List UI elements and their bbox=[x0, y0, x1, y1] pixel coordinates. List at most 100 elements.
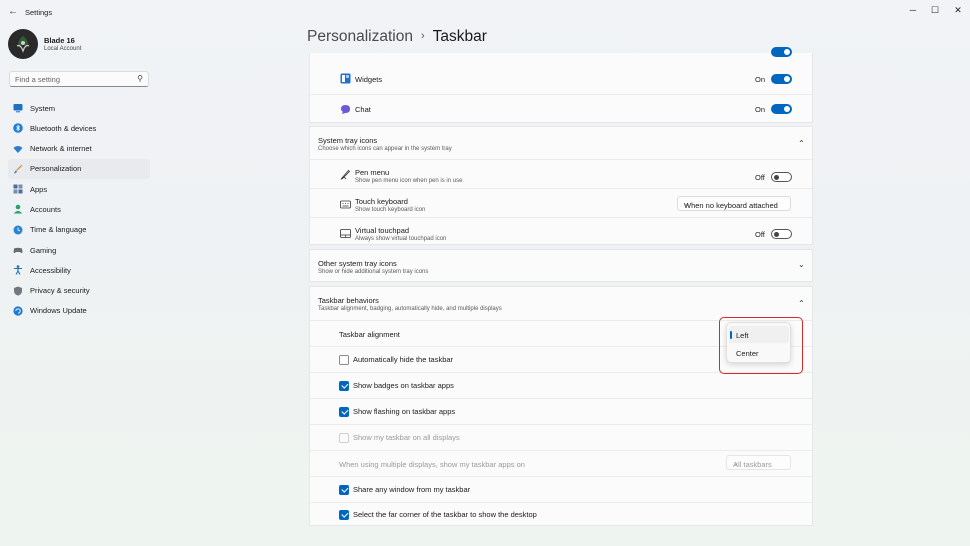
virtual-touchpad-toggle[interactable] bbox=[771, 229, 792, 239]
setting-row-multi-display: When using multiple displays, show my ta… bbox=[310, 450, 812, 476]
sidebar-item-privacy[interactable]: Privacy & security bbox=[8, 281, 150, 301]
sidebar-item-label: Gaming bbox=[30, 245, 57, 255]
sidebar-item-label: Network & internet bbox=[30, 144, 92, 154]
chevron-up-icon[interactable]: ⌃ bbox=[798, 299, 805, 308]
touchpad-icon bbox=[340, 229, 351, 238]
breadcrumb-parent[interactable]: Personalization bbox=[307, 28, 413, 45]
taskbar-alignment-label: Taskbar alignment bbox=[339, 330, 400, 339]
pen-menu-description: Show pen menu icon when pen is in use bbox=[355, 178, 463, 184]
sidebar-item-label: Time & language bbox=[30, 225, 87, 235]
multi-display-dropdown[interactable]: All taskbars ⌄ bbox=[726, 455, 791, 470]
setting-row-flashing: Show flashing on taskbar apps bbox=[310, 398, 812, 424]
setting-row-all-displays: Show my taskbar on all displays bbox=[310, 424, 812, 450]
taskbar-items-card: Widgets On Chat On bbox=[309, 47, 813, 123]
title-bar: ← Settings ─ ☐ ✕ bbox=[0, 0, 970, 24]
share-window-label: Share any window from my taskbar bbox=[353, 485, 471, 494]
system-icon bbox=[13, 104, 23, 113]
widgets-toggle[interactable] bbox=[771, 74, 792, 84]
other-tray-subtitle: Show or hide additional system tray icon… bbox=[318, 269, 429, 275]
chevron-up-icon[interactable]: ⌃ bbox=[798, 139, 805, 148]
sidebar-item-network[interactable]: Network & internet bbox=[8, 139, 150, 159]
widgets-label: Widgets bbox=[355, 75, 383, 84]
pen-menu-toggle[interactable] bbox=[771, 172, 792, 182]
widgets-status: On bbox=[755, 75, 766, 84]
sidebar-item-windows-update[interactable]: Windows Update bbox=[8, 301, 150, 321]
chat-label: Chat bbox=[355, 105, 371, 114]
setting-row-virtual-touchpad: Virtual touchpad Always show virtual tou… bbox=[310, 217, 812, 245]
setting-row-badges: Show badges on taskbar apps bbox=[310, 372, 812, 398]
sidebar-item-label: Personalization bbox=[30, 164, 82, 174]
virtual-touchpad-label: Virtual touchpad bbox=[355, 226, 410, 235]
close-button[interactable]: ✕ bbox=[947, 3, 969, 17]
chat-toggle[interactable] bbox=[771, 104, 792, 114]
all-displays-checkbox[interactable] bbox=[339, 433, 349, 443]
sidebar-item-label: Privacy & security bbox=[30, 286, 90, 296]
sidebar-item-time-language[interactable]: Time & language bbox=[8, 220, 150, 240]
badges-checkbox[interactable] bbox=[339, 381, 349, 391]
shield-icon bbox=[14, 286, 22, 296]
sidebar-item-accounts[interactable]: Accounts bbox=[8, 199, 150, 219]
search-icon[interactable]: ⚲ bbox=[137, 74, 143, 83]
taskbar-behaviors-header[interactable]: Taskbar behaviors Taskbar alignment, bad… bbox=[310, 287, 812, 320]
sidebar-item-label: System bbox=[30, 103, 56, 113]
taskbar-behaviors-subtitle: Taskbar alignment, badging, automaticall… bbox=[318, 306, 502, 312]
maximize-button[interactable]: ☐ bbox=[924, 3, 946, 17]
copilot-toggle-partial[interactable] bbox=[771, 47, 792, 57]
back-button[interactable]: ← bbox=[6, 5, 20, 19]
keyboard-icon bbox=[340, 200, 351, 209]
update-icon bbox=[13, 306, 23, 316]
accessibility-icon bbox=[14, 265, 22, 276]
chevron-down-icon: ⌄ bbox=[684, 201, 690, 208]
sidebar-item-label: Apps bbox=[30, 184, 48, 194]
search-input[interactable]: Find a setting ⚲ bbox=[9, 71, 149, 87]
sidebar-item-accessibility[interactable]: Accessibility bbox=[8, 260, 150, 280]
minimize-button[interactable]: ─ bbox=[902, 3, 924, 17]
chat-status: On bbox=[755, 105, 766, 114]
sidebar-item-system[interactable]: System bbox=[8, 98, 150, 118]
widgets-icon bbox=[340, 73, 351, 84]
profile-name: Blade 16 bbox=[44, 36, 75, 45]
avatar bbox=[8, 29, 38, 59]
sidebar-item-gaming[interactable]: Gaming bbox=[8, 240, 150, 260]
setting-row-far-corner: Select the far corner of the taskbar to … bbox=[310, 502, 812, 526]
sidebar-item-label: Windows Update bbox=[30, 306, 87, 316]
touch-keyboard-dropdown[interactable]: When no keyboard attached ⌄ bbox=[677, 196, 791, 211]
sidebar-item-apps[interactable]: Apps bbox=[8, 179, 150, 199]
far-corner-checkbox[interactable] bbox=[339, 510, 349, 520]
taskbar-behaviors-title: Taskbar behaviors bbox=[318, 296, 379, 305]
flashing-checkbox[interactable] bbox=[339, 407, 349, 417]
highlight-box bbox=[719, 317, 803, 374]
setting-row-pen-menu: Pen menu Show pen menu icon when pen is … bbox=[310, 159, 812, 188]
gamepad-icon bbox=[13, 247, 23, 254]
profile-account-type: Local Account bbox=[44, 46, 82, 52]
all-displays-label: Show my taskbar on all displays bbox=[353, 433, 460, 442]
sidebar-item-label: Accessibility bbox=[30, 265, 71, 275]
auto-hide-label: Automatically hide the taskbar bbox=[353, 355, 454, 364]
system-tray-card: System tray icons Choose which icons can… bbox=[309, 126, 813, 245]
pen-menu-status: Off bbox=[755, 173, 765, 182]
razer-logo-icon bbox=[16, 36, 30, 53]
badges-label: Show badges on taskbar apps bbox=[353, 381, 454, 390]
brush-icon bbox=[13, 164, 23, 174]
system-tray-title: System tray icons bbox=[318, 136, 378, 145]
system-tray-header[interactable]: System tray icons Choose which icons can… bbox=[310, 127, 812, 159]
sidebar-item-bluetooth[interactable]: Bluetooth & devices bbox=[8, 118, 150, 138]
pen-icon bbox=[340, 169, 351, 180]
flashing-label: Show flashing on taskbar apps bbox=[353, 407, 456, 416]
touch-keyboard-description: Show touch keyboard icon bbox=[355, 207, 426, 213]
virtual-touchpad-description: Always show virtual touchpad icon bbox=[355, 236, 447, 242]
touch-keyboard-label: Touch keyboard bbox=[355, 197, 408, 206]
sidebar-nav: System Bluetooth & devices Network & int… bbox=[8, 98, 150, 321]
breadcrumb-separator: › bbox=[420, 30, 425, 42]
sidebar-item-personalization[interactable]: Personalization bbox=[8, 158, 150, 180]
share-window-checkbox[interactable] bbox=[339, 485, 349, 495]
auto-hide-checkbox[interactable] bbox=[339, 355, 349, 365]
chevron-down-icon[interactable]: ⌄ bbox=[798, 260, 805, 269]
chevron-down-icon: ⌄ bbox=[733, 460, 739, 467]
sidebar-item-label: Accounts bbox=[30, 204, 61, 214]
page-title: Taskbar bbox=[432, 28, 487, 45]
multi-display-label: When using multiple displays, show my ta… bbox=[339, 460, 525, 469]
wifi-icon bbox=[13, 145, 23, 153]
other-tray-card[interactable]: Other system tray icons Show or hide add… bbox=[309, 249, 813, 282]
setting-row-share-window: Share any window from my taskbar bbox=[310, 476, 812, 502]
